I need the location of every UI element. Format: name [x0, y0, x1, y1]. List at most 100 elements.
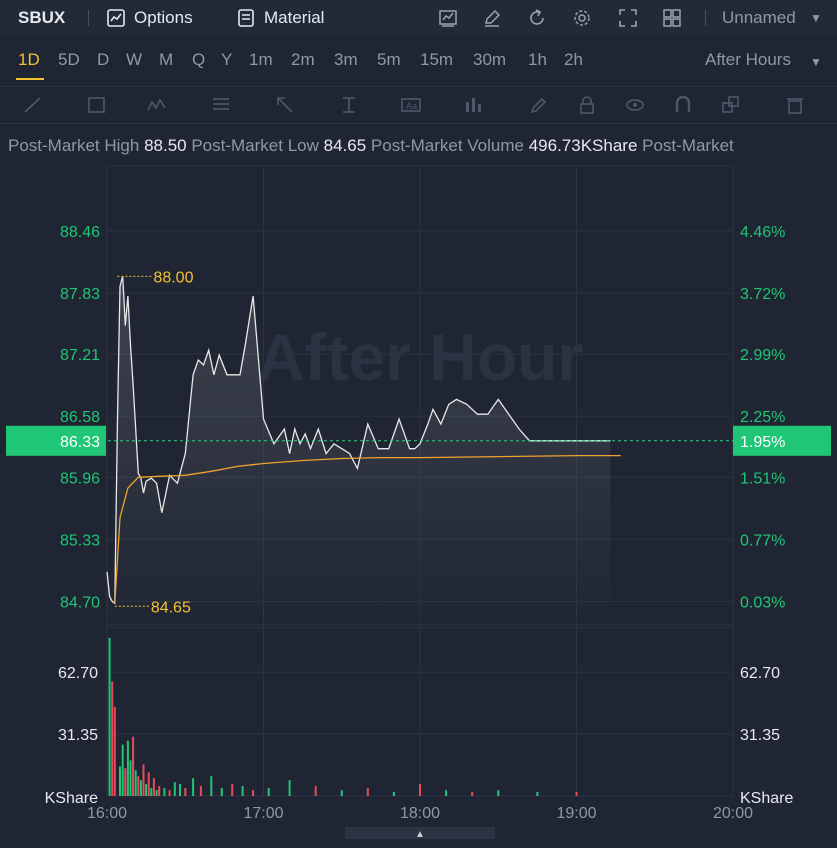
- options-button[interactable]: Options: [134, 0, 193, 36]
- volume-tick-label: 31.35: [740, 727, 780, 744]
- x-axis: 16:00 17:00 18:00 19:00 20:00: [87, 805, 753, 822]
- chart-indicator-icon[interactable]: [438, 8, 458, 28]
- material-doc-icon[interactable]: [236, 8, 256, 28]
- volume-bar: [366, 788, 369, 796]
- volume-bar: [192, 778, 195, 796]
- period-30m[interactable]: 30m: [473, 50, 506, 70]
- volume-bar: [137, 776, 140, 796]
- arrow-tool-icon[interactable]: [274, 94, 296, 116]
- price-range-tool-icon[interactable]: [338, 94, 360, 116]
- volume-bar: [139, 780, 142, 796]
- period-5d[interactable]: 5D: [58, 50, 80, 70]
- price-chart[interactable]: After Hour 88.00 84.65 88.46 87.83 87.21 86.…: [0, 158, 837, 848]
- x-tick-label: 17:00: [243, 805, 283, 822]
- watermark: After Hour: [257, 320, 583, 394]
- x-tick-label: 18:00: [400, 805, 440, 822]
- text-tool-icon[interactable]: Aa: [400, 94, 422, 116]
- volume-bar: [267, 788, 270, 796]
- y-tick-label-percent: 2.99%: [740, 347, 785, 364]
- trend-line-tool-icon[interactable]: [22, 94, 44, 116]
- magnet-icon[interactable]: [672, 94, 694, 116]
- volume-bar: [252, 790, 255, 796]
- period-m[interactable]: M: [159, 50, 173, 70]
- period-1m[interactable]: 1m: [249, 50, 273, 70]
- volume-bar: [168, 790, 171, 796]
- settings-gear-icon[interactable]: [572, 8, 592, 28]
- volume-bar: [575, 792, 578, 796]
- volume-bar: [134, 770, 137, 796]
- volume-bar: [392, 792, 395, 796]
- chevron-down-icon[interactable]: ▼: [810, 55, 822, 69]
- rectangle-tool-icon[interactable]: [86, 94, 108, 116]
- current-change-label: 1.95%: [740, 434, 785, 451]
- volume-bar: [152, 778, 155, 796]
- post-market-stats: Post-Market High 88.50 Post-Market Low 8…: [8, 136, 734, 156]
- session-select[interactable]: After Hours: [705, 50, 791, 70]
- y-tick-label-percent: 0.03%: [740, 594, 785, 611]
- chevron-down-icon[interactable]: ▼: [810, 0, 822, 36]
- pen-tool-icon[interactable]: [528, 94, 550, 116]
- y-tick-label-percent: 4.46%: [740, 224, 785, 241]
- options-chart-icon[interactable]: [106, 8, 126, 28]
- stat-label: Post-Market: [642, 136, 734, 155]
- bar-chart-tool-icon[interactable]: [462, 94, 484, 116]
- volume-bar: [179, 784, 181, 796]
- volume-bar: [158, 786, 161, 796]
- period-2m[interactable]: 2m: [291, 50, 315, 70]
- volume-bar: [119, 766, 121, 796]
- volume-bar: [163, 788, 166, 796]
- symbol-title[interactable]: SBUX: [18, 0, 65, 36]
- trash-icon[interactable]: [784, 94, 806, 116]
- volume-bar: [241, 786, 244, 796]
- volume-bar: [121, 744, 124, 796]
- layout-grid-icon[interactable]: [662, 8, 682, 28]
- volume-bar: [173, 782, 176, 796]
- volume-bar: [419, 784, 421, 796]
- period-1h[interactable]: 1h: [528, 50, 547, 70]
- period-y[interactable]: Y: [221, 50, 232, 70]
- volume-bar: [199, 786, 202, 796]
- period-d[interactable]: D: [97, 50, 109, 70]
- y-tick-label: 87.83: [60, 286, 100, 303]
- lock-icon[interactable]: [576, 94, 598, 116]
- volume-bar: [155, 790, 158, 796]
- volume-bar: [147, 772, 150, 796]
- volume-bar: [113, 707, 116, 796]
- y-tick-label-percent: 2.25%: [740, 409, 785, 426]
- layers-icon[interactable]: [720, 94, 742, 116]
- stat-value: 88.50: [144, 136, 187, 155]
- y-tick-label: 85.33: [60, 532, 100, 549]
- fullscreen-icon[interactable]: [618, 8, 638, 28]
- period-q[interactable]: Q: [192, 50, 205, 70]
- chevron-up-icon[interactable]: ▲: [415, 829, 425, 840]
- period-3m[interactable]: 3m: [334, 50, 358, 70]
- period-w[interactable]: W: [126, 50, 142, 70]
- volume-bar: [210, 776, 213, 796]
- volume-bar: [132, 736, 135, 796]
- layout-name-select[interactable]: Unnamed: [722, 0, 796, 36]
- y-axis-right: 4.46% 3.72% 2.99% 2.25% 1.51% 0.77% 0.03%: [740, 224, 785, 611]
- material-button[interactable]: Material: [264, 0, 324, 36]
- y-tick-label: 86.58: [60, 409, 100, 426]
- fibonacci-tool-icon[interactable]: [210, 94, 232, 116]
- volume-bar: [108, 637, 111, 796]
- y-tick-label: 87.21: [60, 347, 100, 364]
- eye-icon[interactable]: [624, 94, 646, 116]
- period-15m[interactable]: 15m: [420, 50, 453, 70]
- annotation-label: 88.00: [153, 269, 193, 286]
- volume-bar: [124, 768, 127, 796]
- volume-bars: [108, 637, 578, 796]
- volume-bar: [497, 790, 500, 796]
- current-price-label: 86.33: [60, 434, 100, 451]
- period-2h[interactable]: 2h: [564, 50, 583, 70]
- period-1d[interactable]: 1D: [18, 50, 40, 70]
- x-tick-label: 19:00: [556, 805, 596, 822]
- period-5m[interactable]: 5m: [377, 50, 401, 70]
- edit-icon[interactable]: [482, 8, 502, 28]
- pattern-tool-icon[interactable]: [146, 94, 168, 116]
- x-tick-label: 20:00: [713, 805, 753, 822]
- y-tick-label-percent: 1.51%: [740, 470, 785, 487]
- y-tick-label-percent: 3.72%: [740, 286, 785, 303]
- refresh-icon[interactable]: [527, 8, 547, 28]
- stat-value: 496.73KShare: [528, 136, 638, 155]
